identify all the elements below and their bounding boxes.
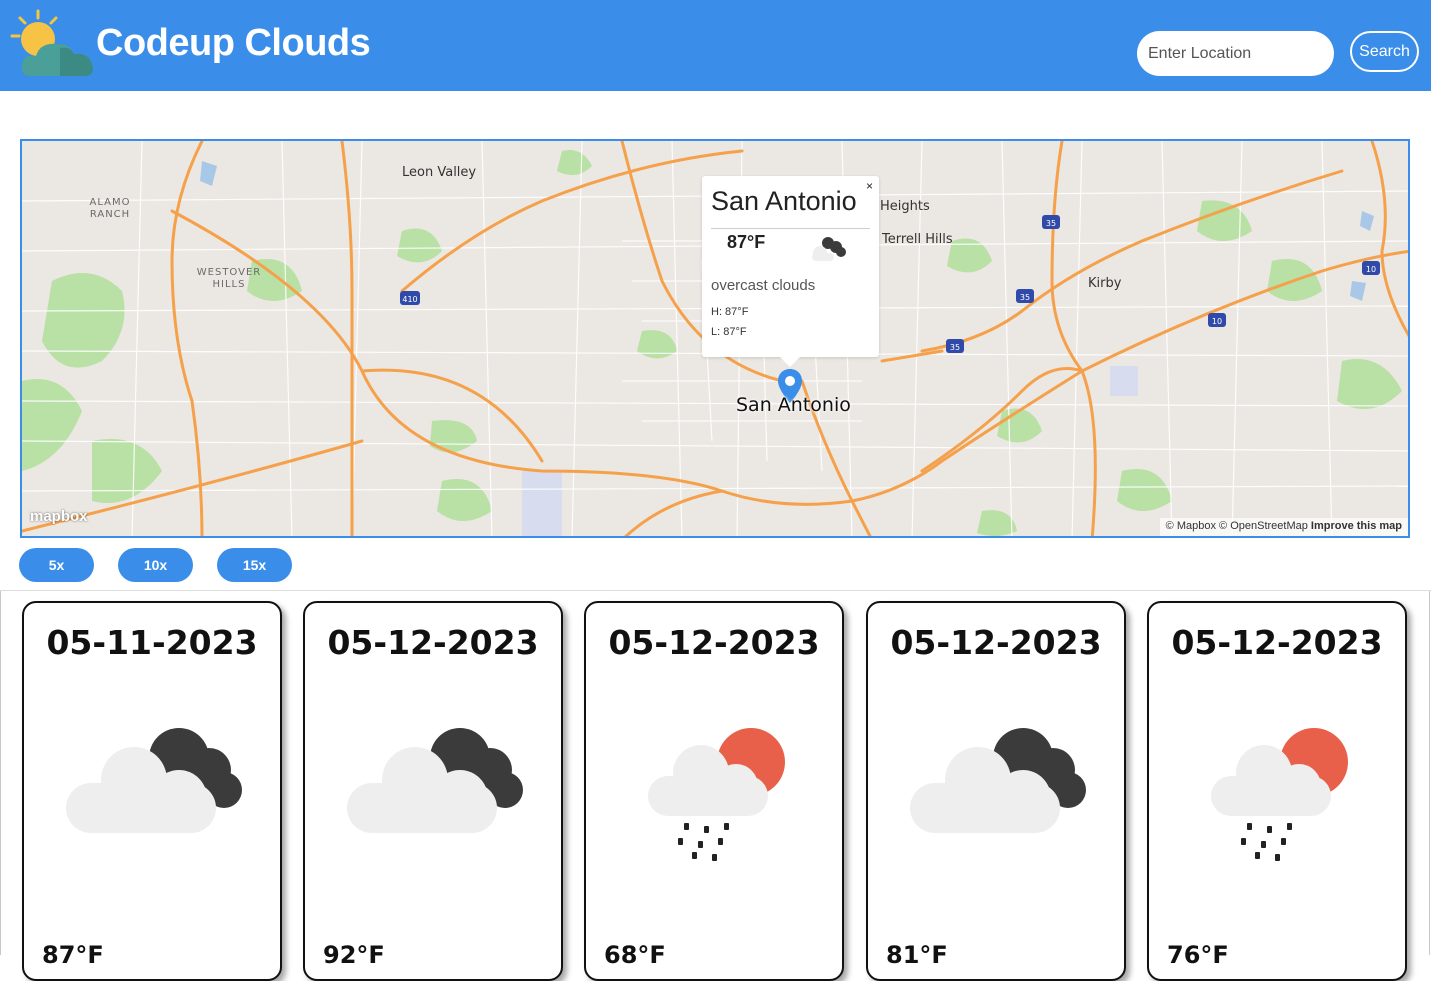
forecast-date: 05-11-2023 (46, 623, 258, 662)
location-search-input[interactable] (1137, 31, 1334, 76)
mapbox-logo[interactable]: mapbox (30, 508, 88, 525)
popup-temp: 87°F (727, 232, 766, 252)
popup-description: overcast clouds (711, 277, 816, 294)
overcast-clouds-icon (812, 237, 846, 261)
forecast-card: 05-12-2023 92°F (303, 601, 563, 981)
forecast-temp: 81°F (886, 941, 948, 969)
mapbox-logo-text: mapbox (30, 508, 88, 525)
popup-close-icon[interactable]: × (866, 179, 873, 193)
rain-sun-icon (648, 728, 785, 861)
section-divider (0, 590, 1431, 591)
forecast-date: 05-12-2023 (608, 623, 820, 662)
forecast-date: 05-12-2023 (890, 623, 1102, 662)
forecast-card: 05-12-2023 68°F (584, 601, 844, 981)
search-button[interactable]: Search (1350, 31, 1419, 72)
sun-cloud-logo-icon (10, 9, 93, 76)
zoom-5x-button[interactable]: 5x (19, 548, 94, 582)
map-attribution: © Mapbox © OpenStreetMap Improve this ma… (1159, 518, 1408, 536)
navbar: Codeup Clouds Search (0, 0, 1431, 91)
overcast-clouds-icon (347, 728, 523, 833)
forecast-temp: 76°F (1167, 941, 1229, 969)
svg-text:10: 10 (1366, 265, 1376, 274)
popup-low: L: 87°F (711, 326, 747, 338)
forecast-temp: 87°F (42, 941, 104, 969)
svg-text:35: 35 (950, 343, 960, 352)
weather-popup: × San Antonio 87°F overcast clouds H: 87… (702, 176, 879, 367)
zoom-10x-button[interactable]: 10x (118, 548, 193, 582)
brand-title[interactable]: Codeup Clouds (96, 22, 371, 65)
forecast-date: 05-12-2023 (1171, 623, 1383, 662)
forecast-date: 05-12-2023 (327, 623, 539, 662)
overcast-clouds-icon (910, 728, 1086, 833)
map-label-kirby: Kirby (1088, 276, 1122, 291)
popup-city: San Antonio (711, 186, 857, 216)
improve-map-link[interactable]: Improve this map (1311, 520, 1402, 532)
map-label-terrell-hills: Terrell Hills (882, 232, 953, 247)
map-city-label: San Antonio (736, 394, 851, 416)
popup-divider (711, 228, 870, 229)
map-label-alamo-ranch: ALAMO RANCH (89, 197, 131, 220)
attribution-mapbox-link[interactable]: © Mapbox (1166, 520, 1216, 532)
forecast-temp: 68°F (604, 941, 666, 969)
forecast-temp: 92°F (323, 941, 385, 969)
forecast-frame-right (1429, 591, 1430, 955)
svg-text:10: 10 (1212, 317, 1222, 326)
svg-text:35: 35 (1046, 219, 1056, 228)
popup-high: H: 87°F (711, 306, 749, 318)
svg-text:410: 410 (402, 295, 417, 304)
map-label-heights: Heights (880, 199, 930, 214)
forecast-frame-left (0, 591, 1, 955)
attribution-osm-link[interactable]: © OpenStreetMap (1219, 520, 1308, 532)
map-label-westover-hills: WESTOVER HILLS (196, 267, 262, 290)
svg-text:35: 35 (1020, 293, 1030, 302)
rain-sun-icon (1211, 728, 1348, 861)
weather-map[interactable]: 410 35 35 35 10 10 Leon Valley ALAMO RAN… (20, 139, 1410, 538)
forecast-card: 05-12-2023 81°F (866, 601, 1126, 981)
map-label-leon-valley: Leon Valley (402, 165, 477, 180)
zoom-15x-button[interactable]: 15x (217, 548, 292, 582)
forecast-card: 05-11-2023 87°F (22, 601, 282, 981)
forecast-card: 05-12-2023 76°F (1147, 601, 1407, 981)
overcast-clouds-icon (66, 728, 242, 833)
